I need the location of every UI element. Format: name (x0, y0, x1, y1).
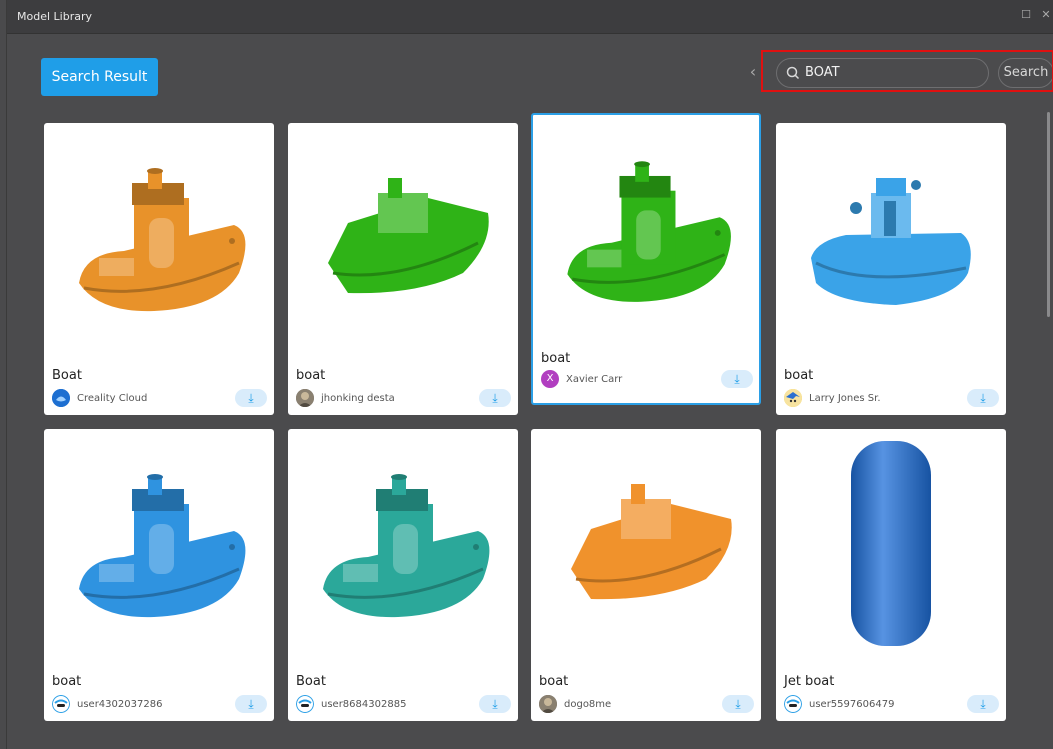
model-card[interactable]: boat jhonking desta ⤓ (288, 123, 518, 415)
model-thumbnail[interactable] (776, 429, 1006, 659)
download-icon: ⤓ (980, 391, 986, 405)
model-thumbnail[interactable] (288, 123, 518, 353)
model-preview-image (851, 441, 931, 646)
model-name[interactable]: Jet boat (784, 674, 834, 689)
download-button[interactable]: ⤓ (235, 695, 267, 713)
model-thumbnail[interactable] (44, 429, 274, 659)
model-preview-image (811, 178, 971, 305)
default-avatar-icon (52, 695, 70, 713)
author-name[interactable]: user5597606479 (809, 699, 894, 710)
model-thumbnail[interactable] (533, 115, 759, 345)
model-card[interactable]: boat user4302037286 ⤓ (44, 429, 274, 721)
model-card[interactable]: Boat Creality Cloud ⤓ (44, 123, 274, 415)
model-card[interactable]: boat X Xavier Carr ⤓ (531, 113, 761, 405)
model-preview-image (571, 484, 732, 600)
model-name[interactable]: boat (52, 674, 81, 689)
model-card[interactable]: boat Larry Jones Sr. ⤓ (776, 123, 1006, 415)
model-name[interactable]: boat (539, 674, 568, 689)
author-name[interactable]: Creality Cloud (77, 393, 147, 404)
model-name[interactable]: boat (784, 368, 813, 383)
download-button[interactable]: ⤓ (722, 695, 754, 713)
download-button[interactable]: ⤓ (479, 695, 511, 713)
download-icon: ⤓ (735, 697, 741, 711)
creality-logo-icon (52, 389, 70, 407)
user-photo-icon (296, 389, 314, 407)
download-icon: ⤓ (734, 372, 740, 386)
title-bar: Model Library ☐ ✕ (7, 0, 1053, 34)
default-avatar-icon (784, 695, 802, 713)
chevron-left-icon[interactable]: ‹ (746, 62, 760, 82)
model-preview-image (328, 178, 489, 294)
model-name[interactable]: boat (541, 351, 570, 366)
model-library-window: Model Library ☐ ✕ Search Result ‹ Search… (6, 0, 1053, 749)
author-name[interactable]: dogo8me (564, 699, 611, 710)
model-thumbnail[interactable] (288, 429, 518, 659)
default-avatar-icon (296, 695, 314, 713)
avatar-letter: X (546, 373, 554, 384)
letter-avatar-icon: X (541, 370, 559, 388)
model-thumbnail[interactable] (531, 429, 761, 659)
search-highlight-box (761, 50, 1053, 92)
download-button[interactable]: ⤓ (967, 389, 999, 407)
author-name[interactable]: Xavier Carr (566, 374, 622, 385)
author-name[interactable]: jhonking desta (321, 393, 395, 404)
download-button[interactable]: ⤓ (235, 389, 267, 407)
cartoon-avatar-icon (784, 389, 802, 407)
author-name[interactable]: Larry Jones Sr. (809, 393, 881, 404)
download-icon: ⤓ (492, 697, 498, 711)
model-name[interactable]: Boat (52, 368, 82, 383)
model-thumbnail[interactable] (44, 123, 274, 353)
model-name[interactable]: Boat (296, 674, 326, 689)
model-preview-image (323, 474, 490, 618)
model-thumbnail[interactable] (776, 123, 1006, 353)
user-photo-icon (539, 695, 557, 713)
download-button[interactable]: ⤓ (721, 370, 753, 388)
author-name[interactable]: user8684302885 (321, 699, 406, 710)
model-card[interactable]: Jet boat user5597606479 ⤓ (776, 429, 1006, 721)
model-preview-image (79, 474, 246, 618)
download-icon: ⤓ (492, 391, 498, 405)
download-icon: ⤓ (980, 697, 986, 711)
scrollbar[interactable] (1047, 112, 1050, 317)
model-preview-image (567, 161, 731, 302)
download-button[interactable]: ⤓ (967, 695, 999, 713)
maximize-icon[interactable]: ☐ (1019, 8, 1033, 22)
download-icon: ⤓ (248, 697, 254, 711)
model-card[interactable]: Boat user8684302885 ⤓ (288, 429, 518, 721)
download-button[interactable]: ⤓ (479, 389, 511, 407)
model-name[interactable]: boat (296, 368, 325, 383)
close-icon[interactable]: ✕ (1039, 8, 1053, 22)
author-name[interactable]: user4302037286 (77, 699, 162, 710)
model-card[interactable]: boat dogo8me ⤓ (531, 429, 761, 721)
model-preview-image (79, 168, 246, 312)
search-result-button[interactable]: Search Result (41, 58, 158, 96)
download-icon: ⤓ (248, 391, 254, 405)
window-title: Model Library (17, 10, 92, 23)
